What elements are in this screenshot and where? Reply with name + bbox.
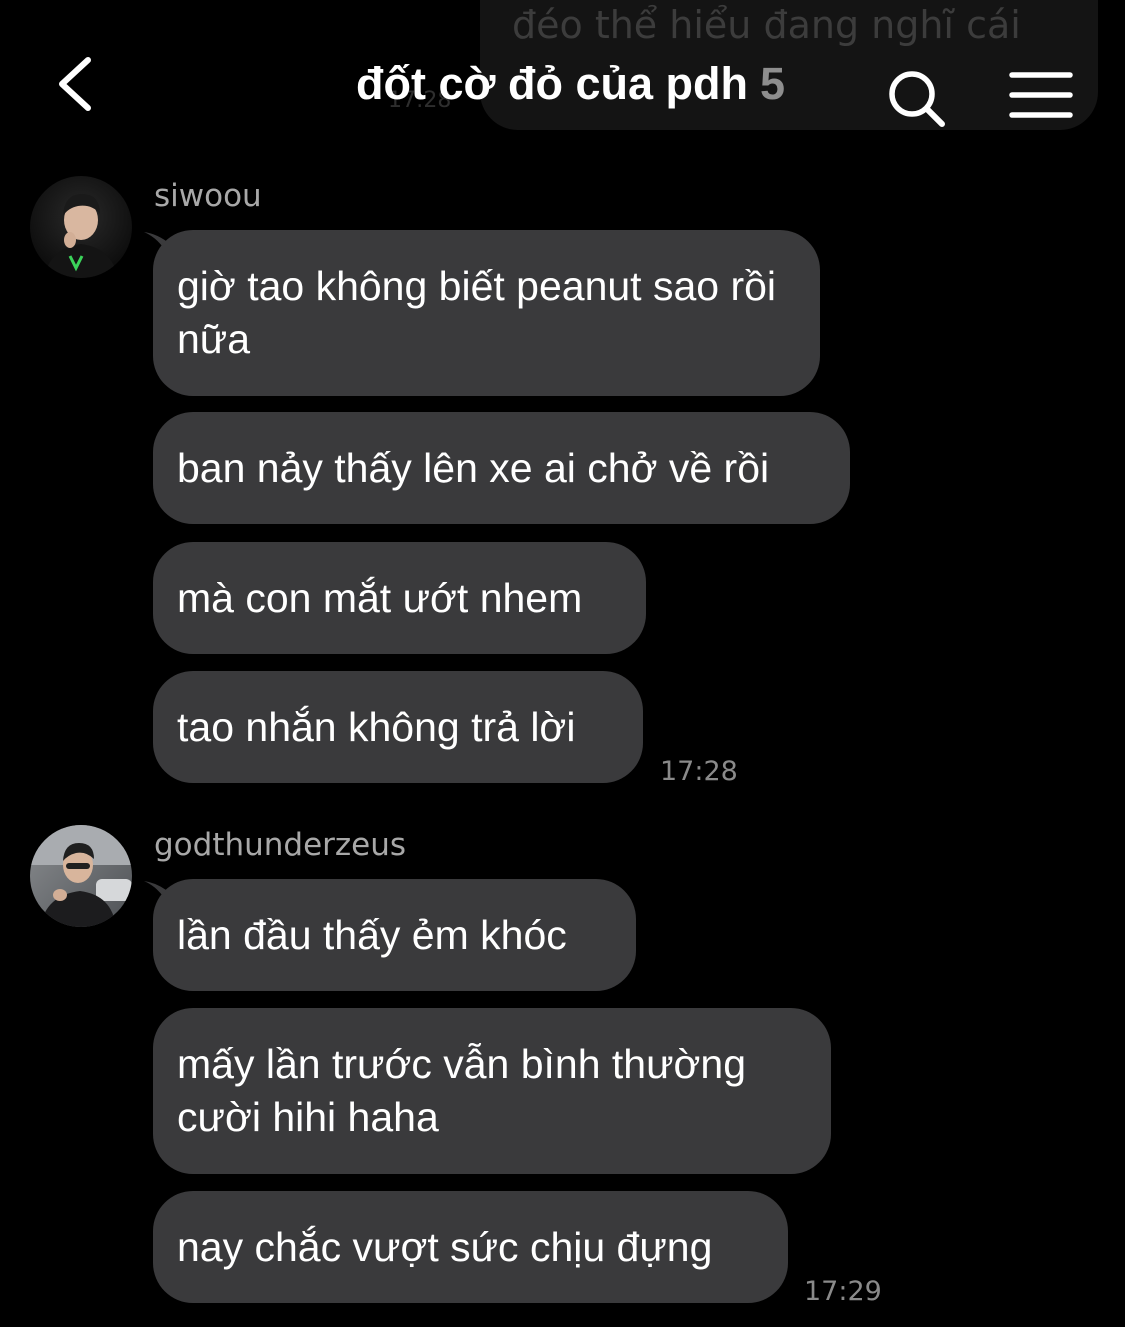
message-text: lần đầu thấy ẻm khóc	[177, 911, 567, 958]
message-text: nay chắc vượt sức chịu đựng	[177, 1223, 713, 1270]
menu-button[interactable]	[1008, 70, 1074, 120]
message-timestamp: 17:28	[660, 756, 738, 787]
message-text: mấy lần trước vẫn bình thường cười hihi …	[177, 1041, 747, 1140]
message-bubble[interactable]: mà con mắt ướt nhem	[153, 542, 646, 654]
back-button[interactable]	[50, 52, 110, 116]
message-bubble[interactable]: tao nhắn không trả lời	[153, 671, 643, 783]
chat-header: đốt cờ đỏ của pdh 5	[0, 0, 1125, 170]
message-bubble[interactable]: lần đầu thấy ẻm khóc	[153, 879, 636, 991]
message-text: mà con mắt ướt nhem	[177, 574, 583, 621]
message-bubble[interactable]: giờ tao không biết peanut sao rồi nữa	[153, 230, 820, 396]
message-bubble[interactable]: nay chắc vượt sức chịu đựng	[153, 1191, 788, 1303]
hamburger-menu-icon	[1009, 72, 1073, 118]
chevron-left-icon	[59, 57, 91, 111]
avatar[interactable]	[30, 176, 132, 278]
message-text: giờ tao không biết peanut sao rồi nữa	[177, 263, 777, 362]
chat-title-area[interactable]: đốt cờ đỏ của pdh 5	[170, 58, 785, 110]
search-icon	[889, 71, 945, 127]
member-count: 5	[759, 58, 785, 109]
message-text: tao nhắn không trả lời	[177, 703, 576, 750]
sender-name: siwoou	[154, 178, 262, 214]
message-bubble[interactable]: ban nảy thấy lên xe ai chở về rồi	[153, 412, 850, 524]
message-timestamp: 17:29	[804, 1276, 882, 1307]
chat-title: đốt cờ đỏ của pdh	[355, 58, 748, 109]
avatar[interactable]	[30, 825, 132, 927]
message-bubble[interactable]: mấy lần trước vẫn bình thường cười hihi …	[153, 1008, 831, 1174]
sender-name: godthunderzeus	[154, 827, 407, 863]
search-button[interactable]	[884, 66, 948, 130]
message-text: ban nảy thấy lên xe ai chở về rồi	[177, 444, 770, 491]
